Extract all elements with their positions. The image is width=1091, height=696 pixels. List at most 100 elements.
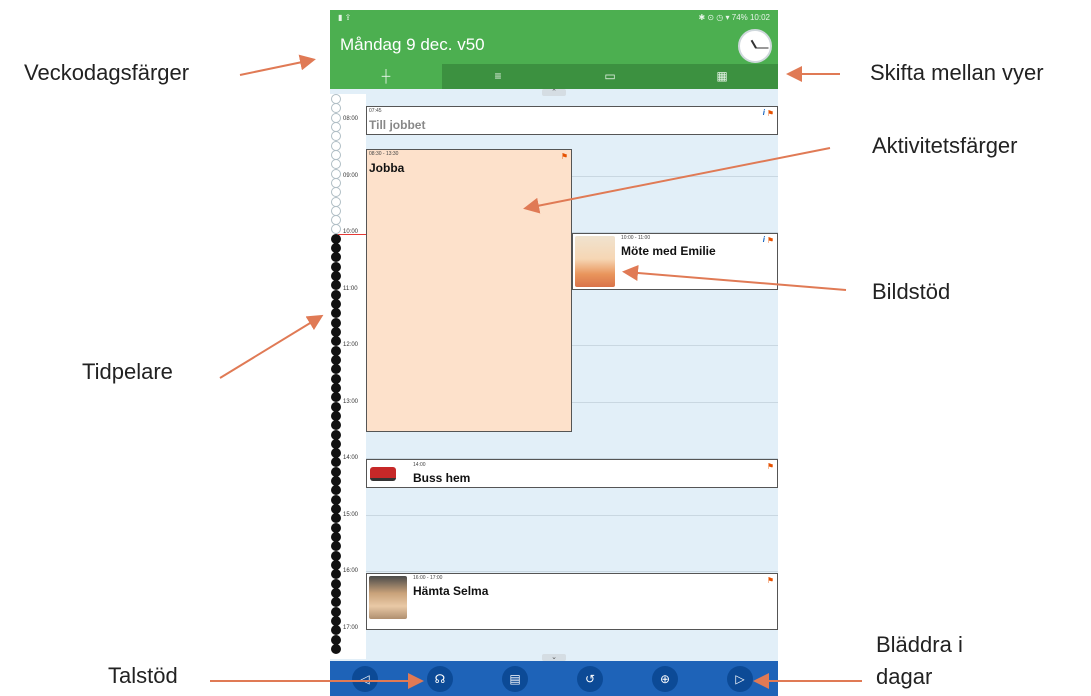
event-title: Till jobbet	[369, 118, 426, 132]
callout-speech-support: Talstöd	[108, 663, 178, 688]
page-title: Måndag 9 dec. v50	[340, 35, 485, 54]
callout-browse-days: Bläddra i dagar	[876, 632, 963, 690]
view-tabs: ┼ ≡ ▭ ▦	[330, 64, 778, 89]
list-tab-icon: ≡	[494, 69, 502, 83]
callout-activity-colors: Aktivitetsfärger	[872, 133, 1018, 158]
event-title: Hämta Selma	[413, 584, 489, 598]
event-till-jobbet[interactable]: 07:45 Till jobbet i ⚑	[366, 106, 778, 135]
callout-browse-days-line2: dagar	[876, 664, 933, 689]
speech-support-button[interactable]: ☊	[427, 666, 453, 692]
flag-icon: ⚑	[766, 109, 774, 118]
now-button[interactable]: ↺	[577, 666, 603, 692]
time-pillar-dot	[331, 541, 341, 552]
time-pillar-dot	[331, 597, 341, 608]
next-day-icon: ▷	[735, 672, 745, 686]
status-right: ✱ ⊙ ◷ ▾ 74% 10:02	[698, 13, 770, 22]
event-title: Jobba	[369, 161, 405, 175]
time-pillar-dot	[331, 336, 341, 347]
callout-image-support: Bildstöd	[872, 279, 951, 304]
event-time: 07:45	[369, 108, 382, 114]
hour-label: 16:00	[343, 568, 359, 574]
time-pillar-dot	[331, 513, 341, 524]
previous-day-button[interactable]: ◁	[352, 666, 378, 692]
tab-timepillar[interactable]: ┼	[330, 64, 442, 89]
time-pillar-dot	[331, 420, 341, 431]
arrow-weekday-colors	[239, 54, 316, 76]
time-pillar-dot	[331, 625, 341, 636]
week-tab-icon: ▭	[604, 69, 616, 83]
bus-image	[370, 467, 396, 481]
arrow-time-pillar	[219, 314, 324, 379]
event-buss-hem[interactable]: 14:00 Buss hem ⚑	[366, 459, 778, 488]
time-pillar-dot	[331, 159, 341, 170]
speech-support-icon: ☊	[434, 672, 446, 686]
hour-gridline	[366, 514, 778, 516]
flag-icon: ⚑	[560, 152, 568, 161]
time-pillar-dot	[331, 457, 341, 468]
zoom-icon: ⊕	[659, 672, 671, 686]
status-left-icons: ▮ ⇪	[338, 13, 352, 22]
info-icon[interactable]: i	[763, 235, 765, 244]
event-hamta-selma[interactable]: 16:00 - 17:00 Hämta Selma ⚑	[366, 573, 778, 630]
flag-icon: ⚑	[766, 462, 774, 471]
time-pillar	[330, 94, 366, 659]
scroll-up-handle[interactable]: ⌃	[542, 89, 566, 96]
event-time: 16:00 - 17:00	[413, 575, 443, 581]
menu-button[interactable]: ▤	[502, 666, 528, 692]
hour-label: 13:00	[343, 398, 359, 405]
month-tab-icon: ▦	[716, 69, 728, 83]
hour-gridline	[366, 571, 778, 572]
time-pillar-dot	[331, 643, 341, 654]
day-header: Måndag 9 dec. v50	[330, 26, 778, 64]
hour-label: 17:00	[343, 624, 359, 631]
status-bar: ▮ ⇪ ✱ ⊙ ◷ ▾ 74% 10:02	[330, 10, 778, 26]
analog-clock-icon[interactable]	[738, 29, 772, 63]
callout-weekday-colors: Veckodagsfärger	[24, 60, 190, 85]
hour-label: 09:00	[343, 172, 359, 179]
time-pillar-dot	[331, 392, 341, 403]
event-jobba[interactable]: 08:30 - 13:30 Jobba ⚑	[366, 149, 572, 432]
time-pillar-dot	[331, 280, 341, 291]
hour-label: 12:00	[343, 342, 359, 348]
previous-day-icon: ◁	[360, 672, 370, 686]
hour-label: 10:00	[343, 229, 359, 235]
time-pillar-dot	[331, 364, 341, 375]
event-title: Buss hem	[413, 471, 471, 485]
now-icon: ↺	[584, 672, 596, 686]
callout-switch-views: Skifta mellan vyer	[870, 60, 1044, 85]
callout-time-pillar: Tidpelare	[82, 359, 173, 384]
phone-screen: ▮ ⇪ ✱ ⊙ ◷ ▾ 74% 10:02 Måndag 9 dec. v50 …	[330, 10, 778, 696]
info-icon[interactable]: i	[763, 108, 765, 117]
scroll-down-handle[interactable]: ⌄	[542, 654, 566, 661]
next-day-button[interactable]: ▷	[727, 666, 753, 692]
time-pillar-dot	[331, 252, 341, 263]
flag-icon: ⚑	[766, 576, 774, 585]
tab-week[interactable]: ▭	[554, 64, 666, 89]
time-pillar-dot	[331, 569, 341, 580]
event-time: 08:30 - 13:30	[369, 151, 399, 157]
menu-icon: ▤	[509, 672, 521, 686]
zoom-button[interactable]: ⊕	[652, 666, 678, 692]
hour-label: 08:00	[343, 116, 359, 122]
selma-photo	[369, 576, 407, 619]
time-pillar-dot	[331, 485, 341, 496]
timepillar-tab-icon: ┼	[381, 69, 391, 83]
emilie-photo	[575, 236, 615, 287]
event-time: 14:00	[413, 462, 426, 468]
time-pillar-dot	[331, 131, 341, 142]
tab-list[interactable]: ≡	[442, 64, 554, 89]
event-time: 10:00 - 11:00	[621, 235, 651, 241]
event-title: Möte med Emilie	[621, 244, 716, 258]
hour-label: 11:00	[343, 285, 358, 292]
hour-label: 14:00	[343, 455, 359, 461]
flag-icon: ⚑	[766, 236, 774, 245]
tab-month[interactable]: ▦	[666, 64, 778, 89]
event-mote-med-emilie[interactable]: 10:00 - 11:00 Möte med Emilie i ⚑	[572, 233, 778, 290]
time-pillar-dot	[331, 224, 341, 235]
bottom-toolbar: ◁ ☊ ▤ ↺ ⊕ ▷	[330, 661, 778, 696]
callout-browse-days-line1: Bläddra i	[876, 632, 963, 657]
time-pillar-dot	[331, 103, 341, 114]
hour-label: 15:00	[343, 511, 359, 518]
time-pillar-dot	[331, 308, 341, 319]
time-pillar-dot	[331, 187, 341, 198]
